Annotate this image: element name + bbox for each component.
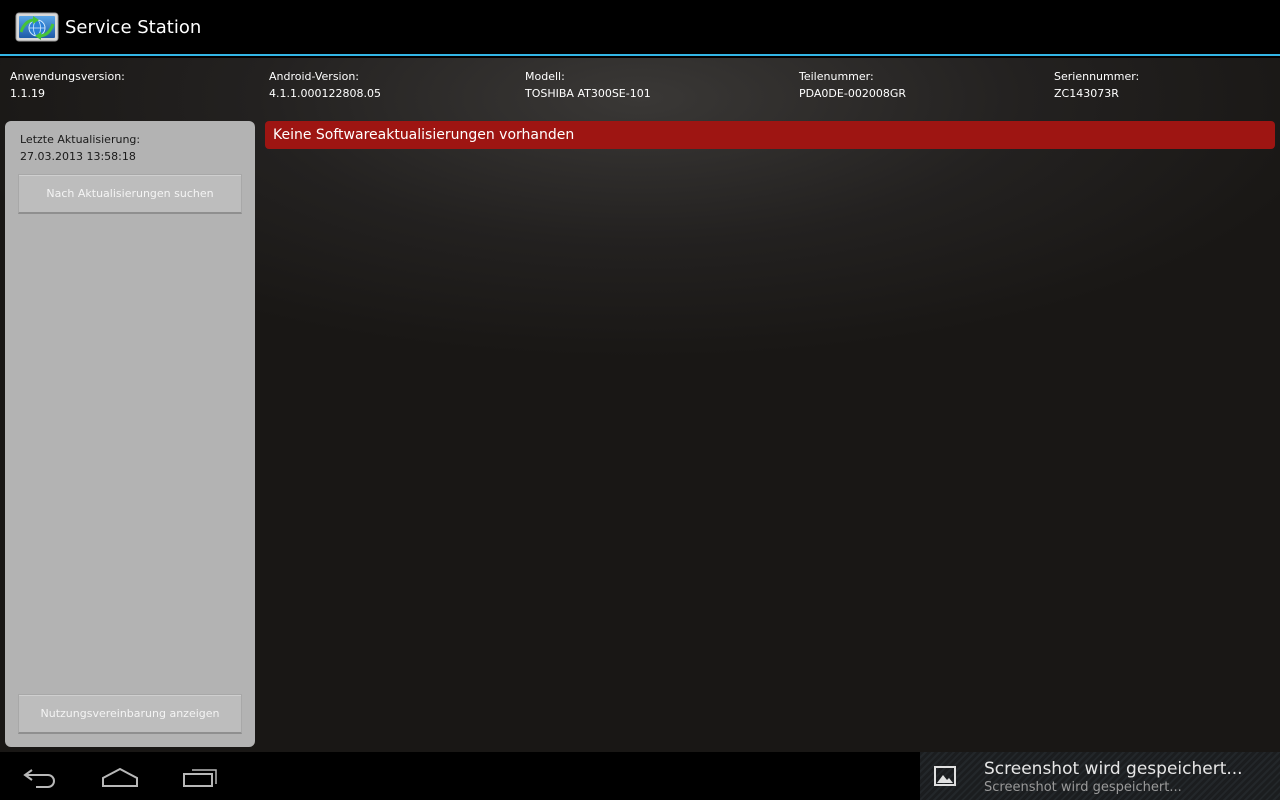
info-label: Android-Version:: [269, 70, 360, 83]
notification-title: Screenshot wird gespeichert...: [984, 759, 1243, 779]
action-bar: Service Station: [0, 0, 1280, 56]
side-panel: Letzte Aktualisierung: 27.03.2013 13:58:…: [5, 121, 255, 747]
back-icon[interactable]: [10, 762, 70, 792]
main-content: Anwendungsversion: 1.1.19 Android-Versio…: [0, 58, 1280, 752]
app-version-info: Anwendungsversion: 1.1.19: [10, 68, 125, 102]
app-title: Service Station: [65, 17, 202, 38]
info-value: TOSHIBA AT300SE-101: [525, 87, 651, 100]
info-value: 4.1.1.000122808.05: [269, 87, 381, 100]
info-value: 1.1.19: [10, 87, 45, 100]
info-label: Seriennummer:: [1054, 70, 1140, 83]
home-icon[interactable]: [90, 762, 150, 792]
info-value: PDA0DE-002008GR: [799, 87, 906, 100]
part-number-info: Teilenummer: PDA0DE-002008GR: [799, 68, 906, 102]
last-update-value: 27.03.2013 13:58:18: [20, 150, 136, 163]
info-label: Anwendungsversion:: [10, 70, 125, 83]
last-update: Letzte Aktualisierung: 27.03.2013 13:58:…: [20, 131, 140, 165]
image-icon: [934, 766, 956, 786]
status-banner: Keine Softwareaktualisierungen vorhanden: [265, 121, 1275, 149]
notification-subtitle: Screenshot wird gespeichert...: [984, 780, 1182, 795]
recent-apps-icon[interactable]: [170, 762, 230, 792]
globe-refresh-icon[interactable]: [15, 12, 59, 44]
device-info-row: Anwendungsversion: 1.1.19 Android-Versio…: [0, 58, 1280, 118]
info-label: Modell:: [525, 70, 565, 83]
info-value: ZC143073R: [1054, 87, 1119, 100]
serial-number-info: Seriennummer: ZC143073R: [1054, 68, 1139, 102]
screenshot-notification[interactable]: Screenshot wird gespeichert... Screensho…: [920, 752, 1280, 800]
check-updates-button[interactable]: Nach Aktualisierungen suchen: [18, 174, 242, 214]
model-info: Modell: TOSHIBA AT300SE-101: [525, 68, 651, 102]
info-label: Teilenummer:: [799, 70, 874, 83]
show-terms-button[interactable]: Nutzungsvereinbarung anzeigen: [18, 694, 242, 734]
last-update-label: Letzte Aktualisierung:: [20, 133, 141, 146]
android-version-info: Android-Version: 4.1.1.000122808.05: [269, 68, 381, 102]
